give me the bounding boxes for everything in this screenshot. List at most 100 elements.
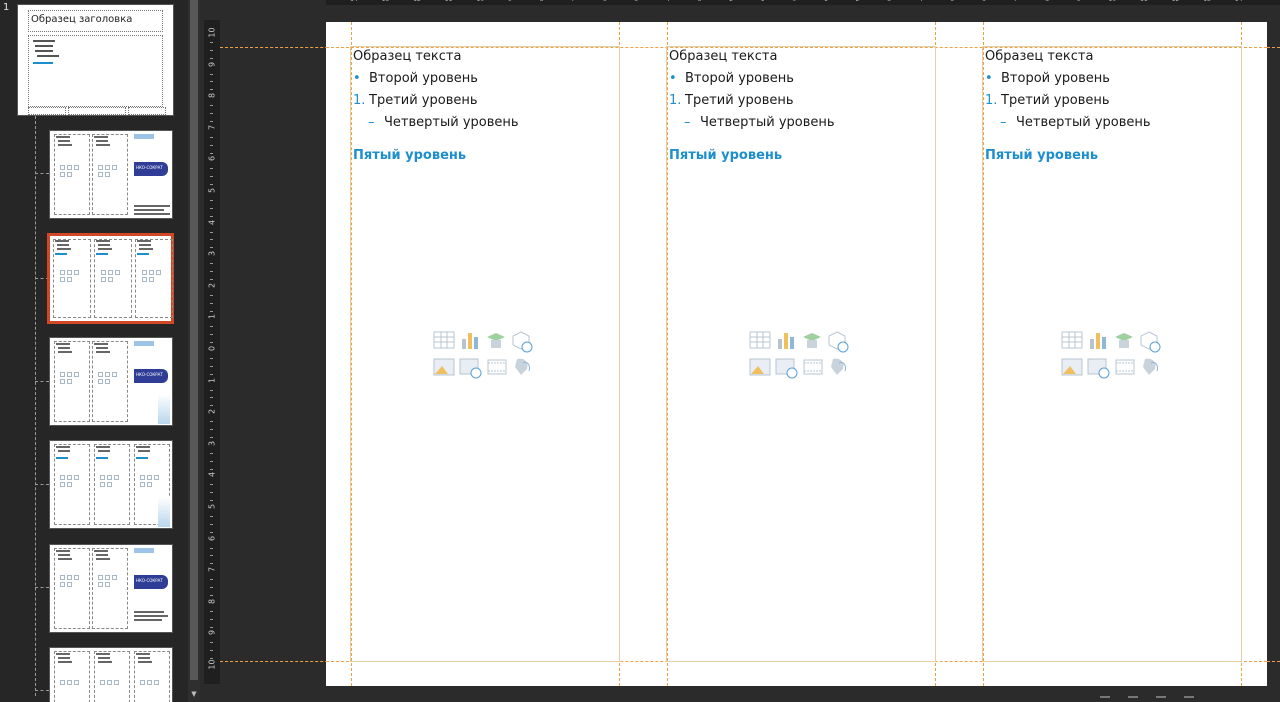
horizontal-ruler-label: 13: [382, 0, 390, 3]
smartart-icon[interactable]: [485, 331, 507, 349]
slide-canvas[interactable]: Образец текста • Второй уровень 1. Третий …: [326, 22, 1267, 686]
horizontal-ruler-label: 6: [603, 0, 607, 3]
layout-thumbnail-1[interactable]: НКО-СОКРАТ: [49, 130, 173, 219]
video-icon[interactable]: [1115, 359, 1135, 375]
text-level-5: Пятый уровень: [353, 148, 467, 163]
horizontal-ruler-label: 1: [824, 0, 828, 3]
content-placeholder-3[interactable]: Образец текста • Второй уровень 1. Третий …: [982, 46, 1242, 662]
vertical-ruler-tick: [210, 207, 213, 209]
table-icon[interactable]: [749, 331, 771, 349]
layout-thumbnail-5[interactable]: НКО-СОКРАТ: [49, 544, 173, 633]
table-icon[interactable]: [1061, 331, 1083, 349]
online-pictures-icon[interactable]: [459, 357, 483, 379]
online-pictures-icon[interactable]: [1087, 357, 1111, 379]
vertical-ruler-tick: [210, 579, 213, 581]
scroll-down-arrow-icon[interactable]: ▼: [188, 690, 200, 700]
horizontal-ruler-label: 9: [508, 0, 512, 3]
vertical-ruler-tick: [210, 49, 213, 51]
text-level-1: Образец текста: [669, 49, 778, 64]
vertical-ruler-tick: [210, 144, 213, 146]
vertical-ruler-label: 4: [207, 472, 217, 478]
icons-icon[interactable]: [511, 355, 533, 377]
horizontal-ruler-label: 5: [950, 0, 954, 3]
horizontal-ruler-label: 4: [919, 0, 923, 3]
master-slide-number-placeholder: [128, 107, 166, 115]
pictures-icon[interactable]: [1061, 357, 1083, 377]
vertical-ruler-tick: [210, 231, 213, 233]
online-pictures-icon[interactable]: [775, 357, 799, 379]
slide-thumbnail-pane[interactable]: 1 Образец заголовка НКО-СОКРАТ НКО-СОКРА…: [0, 0, 188, 702]
horizontal-ruler-label: 8: [540, 0, 544, 3]
text-level-2: • Второй уровень: [353, 71, 478, 86]
view-buttons[interactable]: [1100, 694, 1220, 702]
horizontal-ruler-label: 0: [792, 0, 796, 3]
slide-master-thumbnail[interactable]: Образец заголовка: [17, 4, 174, 116]
icons-icon[interactable]: [1139, 355, 1161, 377]
video-icon[interactable]: [803, 359, 823, 375]
text-level-1: Образец текста: [985, 49, 1094, 64]
layout-thumbnail-6[interactable]: [49, 647, 173, 702]
vertical-ruler-tick: [210, 41, 213, 43]
vertical-ruler-tick: [210, 650, 213, 652]
master-body-placeholder: [28, 35, 163, 107]
vertical-ruler-tick: [210, 271, 213, 272]
text-level-3: 1. Третий уровень: [669, 93, 794, 108]
horizontal-ruler-label: 2: [729, 0, 733, 3]
pictures-icon[interactable]: [433, 357, 455, 377]
vertical-ruler-label: 2: [207, 409, 217, 415]
vertical-ruler-tick: [210, 105, 213, 107]
chart-icon[interactable]: [1088, 331, 1108, 349]
layout-thumbnail-2-selected[interactable]: [47, 233, 174, 324]
pictures-icon[interactable]: [749, 357, 771, 377]
thumbnail-scrollbar[interactable]: ▼: [188, 0, 200, 702]
3d-model-icon[interactable]: [511, 331, 533, 353]
smartart-icon[interactable]: [1113, 331, 1135, 349]
text-level-4: – Четвертый уровень: [684, 115, 835, 130]
table-icon[interactable]: [433, 331, 455, 349]
layout-thumbnail-3[interactable]: НКО-СОКРАТ: [49, 337, 173, 426]
vertical-ruler-tick: [210, 547, 213, 549]
thumbnail-connector: [35, 587, 49, 589]
chart-icon[interactable]: [460, 331, 480, 349]
vertical-ruler-label: 8: [207, 598, 217, 604]
horizontal-ruler-label: 14: [350, 0, 358, 3]
horizontal-ruler-label: 3: [698, 0, 702, 3]
vertical-ruler-tick: [210, 168, 213, 170]
horizontal-ruler-label: 10: [1108, 0, 1116, 3]
thumbnail-connector: [35, 484, 49, 486]
horizontal-ruler-label: 8: [1045, 0, 1049, 3]
vertical-ruler-label: 8: [207, 93, 217, 99]
3d-model-icon[interactable]: [827, 331, 849, 353]
vertical-ruler-tick: [210, 452, 213, 454]
content-placeholder-2[interactable]: Образец текста • Второй уровень 1. Третий …: [666, 46, 936, 662]
horizontal-ruler-label: 14: [1235, 0, 1243, 3]
horizontal-ruler-label: 2: [856, 0, 860, 3]
smartart-icon[interactable]: [801, 331, 823, 349]
content-placeholder-1[interactable]: Образец текста • Второй уровень 1. Третий …: [350, 46, 620, 662]
text-level-2: • Второй уровень: [669, 71, 794, 86]
vertical-ruler-label: 3: [207, 251, 217, 257]
vertical-ruler: 10 9 8 7 6 5 4 3 2 1 0 1 2 3 4 5 6 7 8 9 10: [204, 20, 220, 684]
vertical-ruler-tick: [210, 587, 213, 588]
scrollbar-thumb[interactable]: [190, 0, 198, 680]
vertical-ruler-tick: [210, 389, 213, 391]
vertical-ruler-label: 5: [207, 503, 217, 510]
text-level-4: – Четвертый уровень: [368, 115, 519, 130]
icons-icon[interactable]: [827, 355, 849, 377]
video-icon[interactable]: [487, 359, 507, 375]
vertical-ruler-tick: [210, 239, 213, 241]
promo-banner: НКО-СОКРАТ: [134, 162, 168, 176]
horizontal-ruler-label: 9: [1077, 0, 1081, 3]
vertical-ruler-label: 5: [207, 187, 217, 194]
vertical-ruler-tick: [210, 199, 213, 201]
vertical-ruler-tick: [210, 365, 213, 367]
text-level-5: Пятый уровень: [669, 148, 783, 163]
layout-thumbnail-4[interactable]: [49, 440, 173, 529]
chart-icon[interactable]: [776, 331, 796, 349]
3d-model-icon[interactable]: [1139, 331, 1161, 353]
powerpoint-slide-master-view: 1 Образец заголовка НКО-СОКРАТ НКО-СОКРА…: [0, 0, 1280, 702]
vertical-ruler-label: 4: [207, 219, 217, 225]
vertical-ruler-tick: [210, 302, 213, 304]
vertical-ruler-label: 7: [207, 567, 217, 573]
vertical-ruler-tick: [210, 642, 213, 644]
